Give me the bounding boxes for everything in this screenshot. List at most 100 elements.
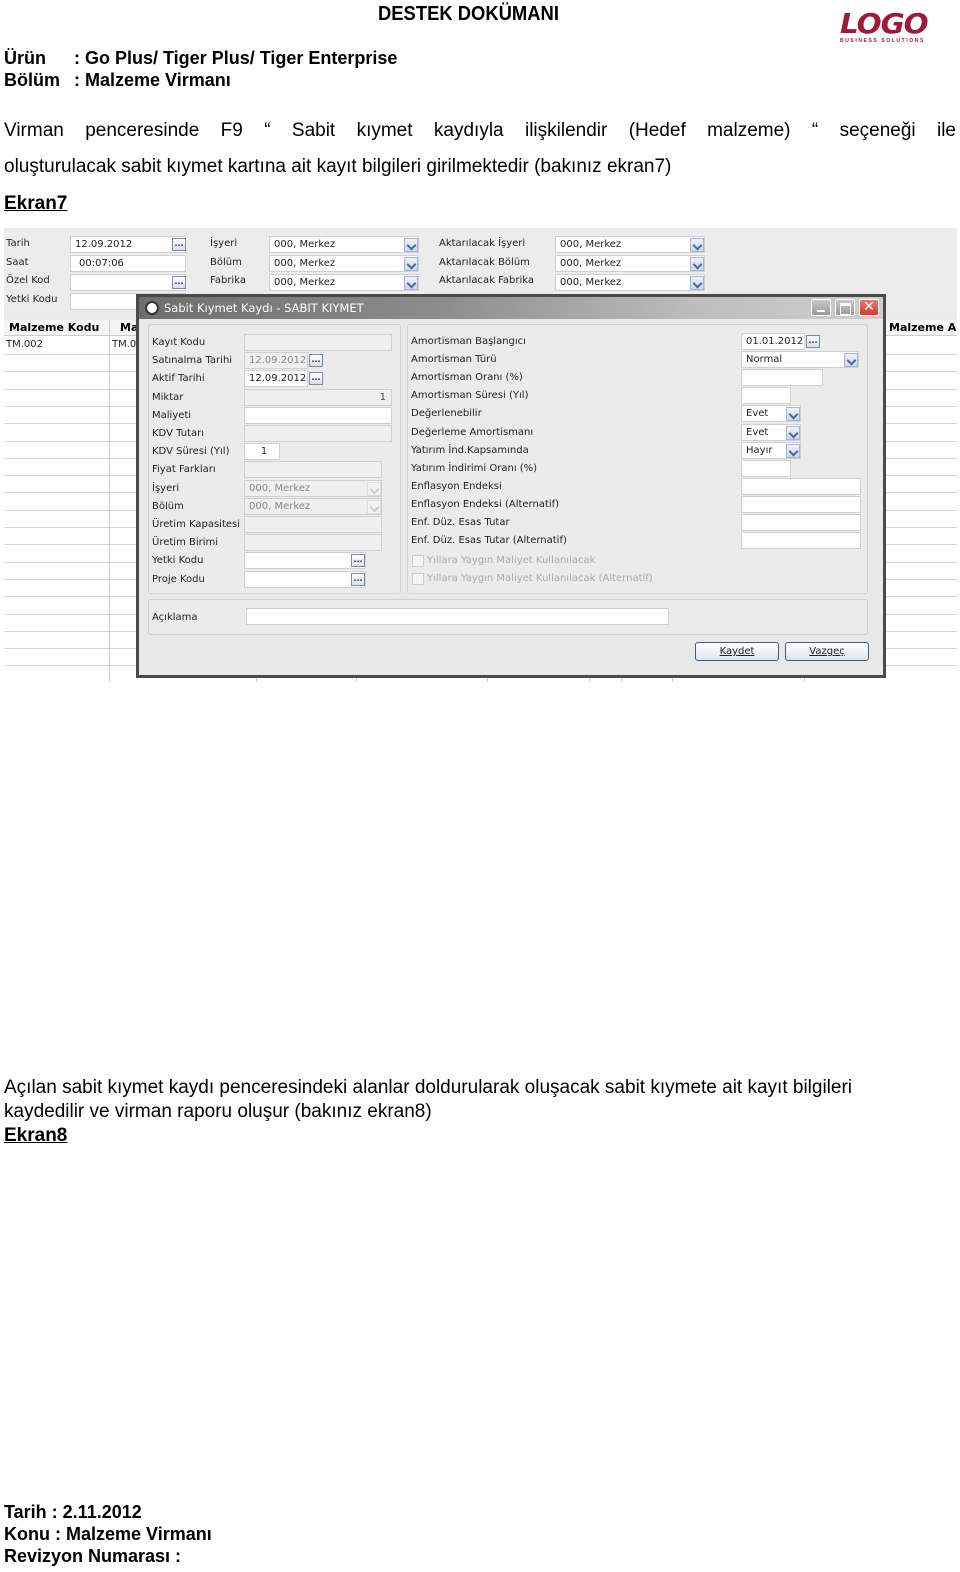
embedded-screenshot: Tarih 12.09.2012 ... Saat 00:07:06 Özel …: [4, 228, 957, 690]
yatirim-ind-orani-label: Yatırım İndirimi Oranı (%): [411, 462, 538, 474]
column-header-malzeme-a[interactable]: Malzeme A: [889, 321, 956, 334]
akt-fabrika-dropdown-icon[interactable]: [690, 276, 704, 290]
proje-kodu-label: Proje Kodu: [152, 573, 205, 585]
aktif-tarihi-input[interactable]: 12.09.2012: [244, 370, 308, 388]
saat-label: Saat: [6, 257, 29, 268]
isyeri-select[interactable]: 000, Merkez: [269, 236, 419, 253]
uretim-birimi-input[interactable]: [244, 534, 382, 552]
bolum-input[interactable]: 000, Merkez: [244, 497, 382, 515]
yatirim-ind-kaps-dropdown-icon[interactable]: [786, 443, 800, 458]
uretim-kapasitesi-input[interactable]: [244, 516, 382, 533]
degerlenebilir-label: Değerlenebilir: [411, 408, 482, 420]
minimize-icon[interactable]: [811, 299, 831, 316]
tarih-lookup-button[interactable]: ...: [172, 238, 186, 251]
aktif-tarihi-lookup-button[interactable]: ...: [309, 372, 323, 386]
amort-baslangic-label: Amortisman Başlangıcı: [411, 336, 526, 347]
proje-kodu-input[interactable]: [244, 570, 366, 588]
tarih-input[interactable]: 12.09.2012: [70, 236, 186, 253]
footer-date: Tarih : 2.11.2012: [4, 1502, 142, 1522]
grid-cell[interactable]: TM.0: [112, 339, 136, 350]
yetki-kodu-lookup-button[interactable]: ...: [351, 554, 365, 568]
amort-turu-dropdown-icon[interactable]: [844, 353, 858, 368]
isyeri-input[interactable]: 000, Merkez: [244, 479, 382, 497]
yatirim-ind-orani-input[interactable]: [741, 459, 791, 477]
satinalma-tarihi-label: Satınalma Tarihi: [152, 355, 233, 367]
enf-duz-esas-input[interactable]: [741, 514, 861, 531]
isyeri-label: İşyeri: [210, 238, 238, 249]
enf-endeksi-label: Enflasyon Endeksi: [411, 480, 502, 492]
kdv-suresi-input[interactable]: 1: [244, 443, 280, 461]
amort-orani-input[interactable]: [741, 369, 823, 387]
fabrika-select[interactable]: 000, Merkez: [269, 274, 419, 291]
akt-fabrika-select[interactable]: 000, Merkez: [555, 274, 705, 291]
amort-suresi-input[interactable]: [741, 387, 791, 405]
aciklama-input[interactable]: [246, 608, 669, 625]
ekran7-heading: Ekran7: [4, 193, 68, 214]
kayit-kodu-input[interactable]: [244, 334, 392, 351]
ozel-kod-input[interactable]: [70, 274, 186, 291]
dialog-title: Sabit Kıymet Kaydı - SABIT KIYMET: [164, 301, 364, 315]
akt-bolum-select[interactable]: 000, Merkez: [555, 255, 705, 272]
isyeri-label: İşyeri: [152, 482, 180, 494]
paragraph-2-line-2: kaydedilir ve virman raporu oluşur (bakı…: [4, 1101, 432, 1122]
ozel-kod-label: Özel Kod: [6, 275, 50, 286]
close-icon[interactable]: ✕: [859, 299, 879, 316]
product-line: Ürün : Go Plus/ Tiger Plus/ Tiger Enterpr…: [4, 48, 397, 69]
column-header-malzeme-kodu[interactable]: Malzeme Kodu: [9, 321, 99, 334]
bolum-select[interactable]: 000, Merkez: [269, 255, 419, 272]
maliyeti-input[interactable]: [244, 406, 392, 424]
logo: LOGO BUSINESS SOLUTIONS: [840, 10, 950, 45]
yillara-yaygin-alt-checkbox[interactable]: [412, 573, 424, 585]
akt-bolum-dropdown-icon[interactable]: [690, 257, 704, 271]
ozel-kod-lookup-button[interactable]: ...: [172, 276, 186, 289]
yetki-kodu-label: Yetki Kodu: [152, 555, 204, 567]
amort-baslangic-lookup-button[interactable]: ...: [806, 335, 820, 348]
document-title: DESTEK DOKÜMANI: [378, 3, 559, 25]
enf-duz-esas-label: Enf. Düz. Esas Tutar: [411, 517, 510, 528]
akt-isyeri-select[interactable]: 000, Merkez: [555, 236, 705, 253]
product-value: : Go Plus/ Tiger Plus/ Tiger Enterprise: [74, 48, 398, 68]
proje-kodu-lookup-button[interactable]: ...: [351, 572, 365, 586]
kdv-tutari-label: KDV Tutarı: [152, 428, 204, 439]
fabrika-dropdown-icon[interactable]: [404, 276, 418, 290]
degerleme-amort-dropdown-icon[interactable]: [786, 425, 800, 440]
bolum-dropdown-icon[interactable]: [404, 257, 418, 271]
uretim-kapasitesi-label: Üretim Kapasitesi: [152, 519, 241, 530]
enf-duz-esas-alt-input[interactable]: [741, 532, 861, 550]
fiyat-farklari-input[interactable]: [244, 461, 382, 479]
yatirim-ind-kaps-label: Yatırım İnd.Kapsamında: [411, 444, 529, 456]
degerlenebilir-dropdown-icon[interactable]: [786, 407, 800, 422]
satinalma-tarihi-lookup-button[interactable]: ...: [309, 354, 323, 368]
amort-turu-input[interactable]: Normal: [741, 351, 859, 369]
akt-isyeri-label: Aktarılacak İşyeri: [439, 238, 526, 249]
enf-endeksi-alt-input[interactable]: [741, 495, 861, 513]
aktif-tarihi-label: Aktif Tarihi: [152, 373, 205, 385]
isyeri-dropdown-icon[interactable]: [404, 238, 418, 252]
miktar-input[interactable]: 1: [244, 388, 392, 406]
section-label: Bölüm: [4, 70, 60, 90]
ekran8-heading: Ekran8: [4, 1125, 68, 1146]
cancel-button[interactable]: Vazgeç: [785, 642, 869, 661]
akt-fabrika-label: Aktarılacak Fabrika: [439, 275, 535, 286]
enf-endeksi-input[interactable]: [741, 477, 861, 495]
satinalma-tarihi-input[interactable]: 12.09.2012: [244, 352, 308, 370]
amort-suresi-label: Amortisman Süresi (Yıl): [411, 390, 529, 402]
enf-duz-esas-alt-label: Enf. Düz. Esas Tutar (Alternatif): [411, 535, 567, 547]
product-label: Ürün: [4, 48, 46, 68]
saat-input[interactable]: 00:07:06: [70, 255, 186, 272]
fabrika-label: Fabrika: [210, 275, 246, 286]
dialog-titlebar[interactable]: Sabit Kıymet Kaydı - SABIT KIYMET: [139, 297, 883, 319]
maximize-icon[interactable]: [835, 299, 855, 316]
grid-cell[interactable]: TM.002: [6, 339, 43, 350]
amort-baslangic-input[interactable]: 01.01.2012: [741, 333, 805, 350]
yillara-yaygin-checkbox[interactable]: [412, 555, 424, 567]
maliyeti-label: Maliyeti: [152, 409, 192, 421]
isyeri-dropdown-icon: [367, 481, 381, 496]
kdv-tutari-input[interactable]: [244, 425, 392, 442]
enf-endeksi-alt-label: Enflasyon Endeksi (Alternatif): [411, 498, 560, 510]
yetki-kodu-input[interactable]: [244, 552, 366, 570]
app-icon: [145, 301, 159, 315]
akt-isyeri-dropdown-icon[interactable]: [690, 238, 704, 252]
save-button[interactable]: Kaydet: [695, 642, 779, 661]
tarih-label: Tarih: [6, 238, 30, 249]
